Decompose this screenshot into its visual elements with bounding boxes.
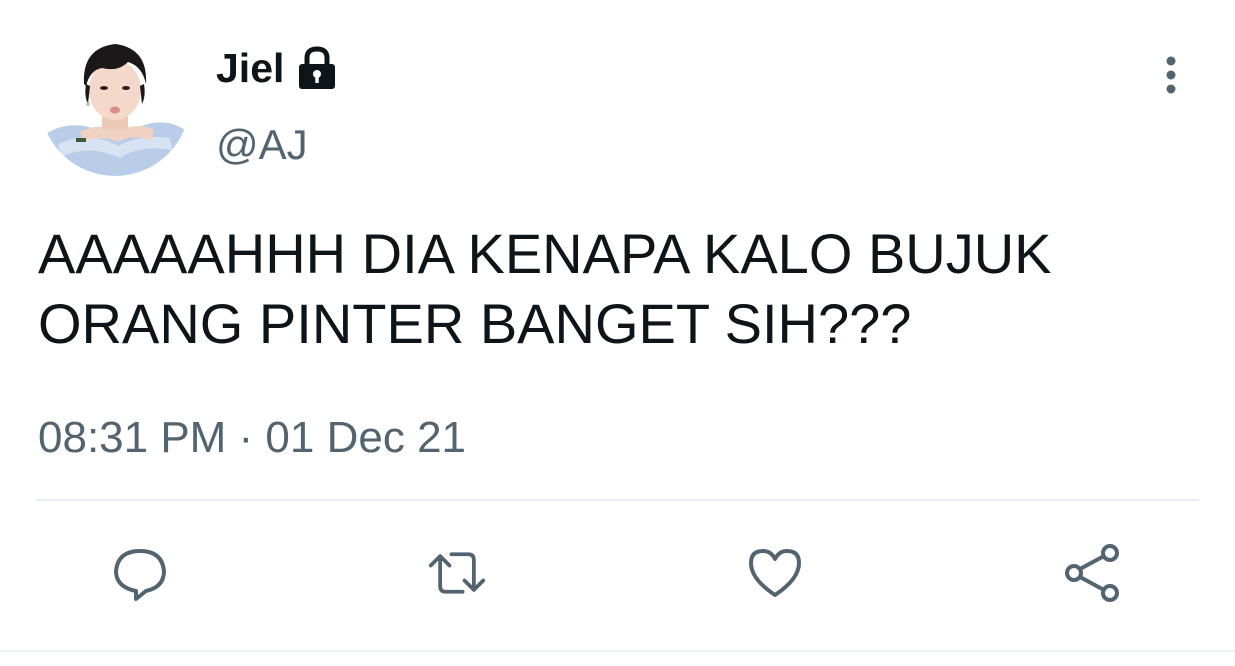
timestamp[interactable]: 08:31 PM · 01 Dec 21 [38,413,466,463]
tweet-text-line: ORANG PINTER BANGET SIH??? [38,292,912,355]
share-button[interactable] [1062,543,1122,603]
author-name-row: Jiel [216,42,338,94]
speech-bubble-icon [114,549,166,601]
handle[interactable]: @AJ [216,121,308,169]
tweet-text-line: AAAAAHHH DIA KENAPA KALO BUJUK [38,222,1052,285]
retweet-icon [428,552,486,594]
divider [36,499,1199,501]
tweet-card: Jiel @AJ AAAAAHHH DIA KENAPA KALO BUJUK … [0,0,1235,666]
retweet-button[interactable] [427,543,487,603]
avatar[interactable] [40,26,190,176]
share-icon [1065,544,1119,602]
tweet-text: AAAAAHHH DIA KENAPA KALO BUJUK ORANG PIN… [38,219,1208,359]
display-name[interactable]: Jiel [216,45,284,92]
reply-button[interactable] [110,543,170,603]
avatar-image [40,26,190,176]
bottom-divider [0,650,1235,652]
more-options-icon[interactable] [1158,56,1184,96]
lock-icon [296,45,338,91]
like-button[interactable] [745,543,805,603]
heart-icon [749,549,801,597]
